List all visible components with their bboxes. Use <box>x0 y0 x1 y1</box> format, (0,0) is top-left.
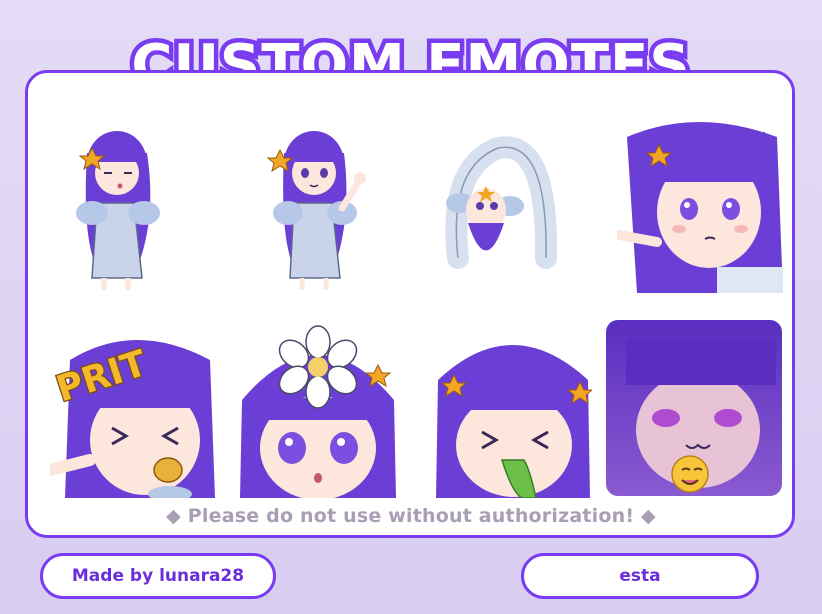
emote-sick <box>432 320 592 498</box>
character-credit: esta <box>521 553 759 599</box>
emote-smug <box>606 320 782 496</box>
author-credit-label: Made by lunara28 <box>71 566 245 586</box>
emote-flower-head <box>234 320 402 498</box>
authorization-notice: ◆ Please do not use without authorizatio… <box>166 505 656 527</box>
emote-thumbs-up <box>262 118 372 293</box>
emote-pointing <box>617 117 783 293</box>
emote-bridge-pose <box>438 128 558 278</box>
character-credit-label: esta <box>619 566 661 586</box>
emote-whistle <box>62 118 172 293</box>
author-credit: Made by lunara28 <box>40 553 276 599</box>
yum-emoji-icon <box>671 455 709 493</box>
emote-prit: PRIT <box>50 320 220 498</box>
